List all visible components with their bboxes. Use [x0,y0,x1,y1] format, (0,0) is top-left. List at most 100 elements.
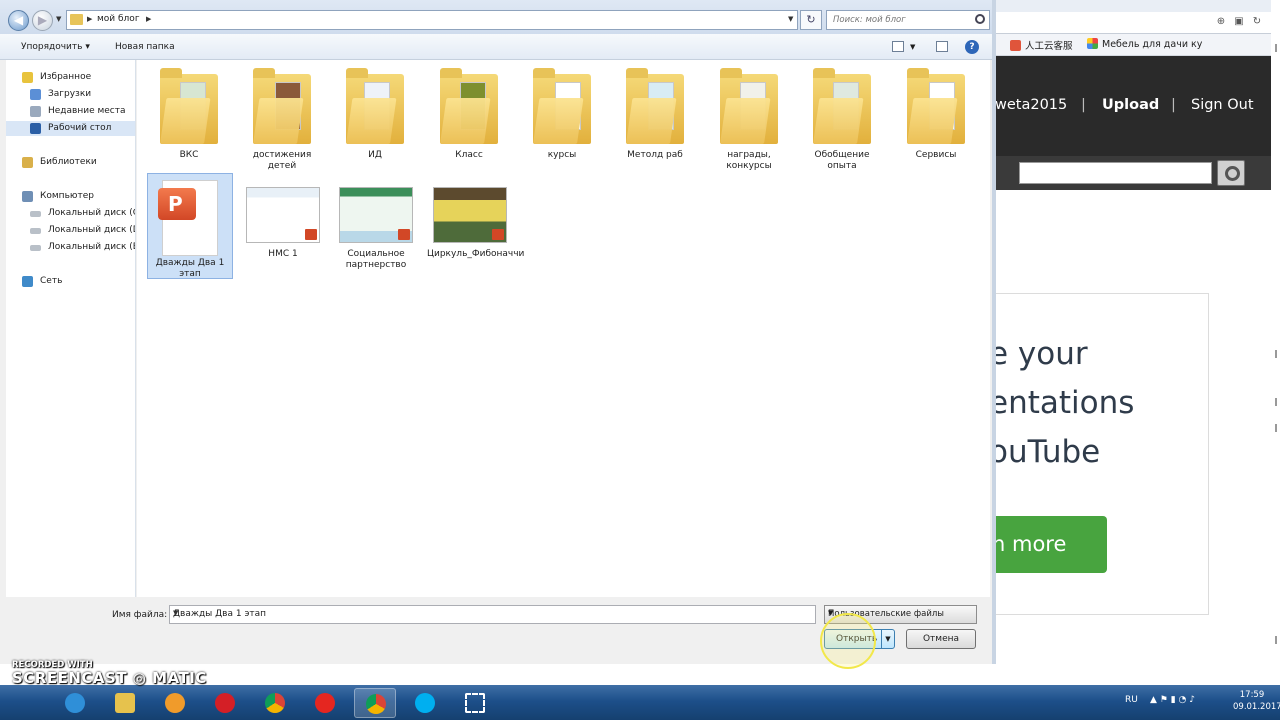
folder-icon [813,68,871,144]
folder-item[interactable]: Метолд раб [612,60,698,161]
search-icon[interactable] [1217,160,1245,186]
promo-line: ouTube [989,434,1101,470]
navigation-pane: Избранное Загрузки Недавние места Рабочи… [6,60,136,597]
screen-capture-app[interactable] [454,688,496,718]
ie-app[interactable] [54,688,96,718]
star-icon [22,72,33,83]
user-link[interactable]: weta2015 [995,97,1067,113]
explorer-app[interactable] [104,688,146,718]
folder-item[interactable]: ИД [332,60,418,161]
view-icon[interactable] [892,41,904,52]
breadcrumb-segment[interactable]: мой блог [97,14,140,24]
nav-computer[interactable]: Компьютер [6,189,135,204]
yandex-app[interactable] [304,688,346,718]
clock-date: 09.01.2017 [1233,702,1280,712]
folder-item[interactable]: Обобщение опыта [799,60,885,172]
file-open-dialog: ◀ ▶ ▼ ▶ мой блог ▶ ▼ ↻ Поиск: мой блог У… [0,0,996,664]
computer-icon [22,191,33,202]
chevron-right-icon[interactable]: ▶ [87,15,92,23]
folder-item[interactable]: ВКС [146,60,232,161]
slide-thumbnail [339,187,413,243]
folder-item[interactable]: Сервисы [893,60,979,161]
slide-thumbnail [433,187,507,243]
open-options-icon[interactable]: ▼ [881,630,894,648]
drive-icon [30,245,41,251]
favorite-link[interactable]: Мебель для дачи ку [1087,38,1202,50]
history-dropdown-icon[interactable]: ▼ [56,15,61,23]
file-item[interactable]: Циркуль_Фибоначчи [427,173,524,260]
learn-more-button[interactable]: n more [992,516,1107,573]
library-icon [22,157,33,168]
file-item-selected[interactable]: Дважды Два 1 этап [147,173,233,279]
powerpoint-icon [492,229,504,240]
nav-disk-c[interactable]: Локальный диск (C [6,206,135,221]
compat-icon[interactable]: ▣ [1233,16,1245,28]
nav-libraries[interactable]: Библиотеки [6,155,135,170]
chevron-down-icon[interactable]: ▼ [910,43,915,51]
separator: | [1081,97,1086,113]
folder-item[interactable]: достижения детей [239,60,325,172]
folder-icon [907,68,965,144]
nav-downloads[interactable]: Загрузки [6,87,135,102]
filename-input[interactable]: Дважды Два 1 этап ▼ [169,605,816,624]
file-item[interactable]: НМС 1 [240,173,326,260]
favorite-link[interactable]: 人工云客服 [1010,38,1073,52]
folder-item[interactable]: Класс [426,60,512,161]
breadcrumb[interactable]: ▶ мой блог ▶ ▼ [66,10,798,30]
promo-line: e your [989,336,1088,372]
language-indicator[interactable]: RU [1125,695,1138,705]
folder-item[interactable]: награды, конкурсы [706,60,792,172]
file-item[interactable]: Социальное партнерство [333,173,419,271]
help-icon[interactable]: ? [965,40,979,54]
chrome-app[interactable] [254,688,296,718]
upload-link[interactable]: Upload [1102,97,1159,113]
clock[interactable]: 17:59 09.01.2017 [1233,689,1280,713]
chevron-down-icon[interactable]: ▼ [173,609,811,617]
powerpoint-icon [305,229,317,240]
opera-app[interactable] [204,688,246,718]
tray-icons[interactable]: ▲ ⚑ ▮ ◔ ♪ [1150,695,1195,705]
nav-network[interactable]: Сеть [6,274,135,289]
search-input[interactable]: Поиск: мой блог [826,10,990,30]
powerpoint-icon [158,180,222,256]
browser-address-bar[interactable]: ⊕ ▣ ↻ [995,12,1280,34]
folder-item[interactable]: курсы [519,60,605,161]
chrome-app-active[interactable] [354,688,396,718]
search-icon [975,14,985,24]
chevron-right-icon[interactable]: ▶ [146,15,151,23]
media-app[interactable] [154,688,196,718]
sign-out-link[interactable]: Sign Out [1191,97,1254,113]
nav-recent[interactable]: Недавние места [6,104,135,119]
nav-disk-e[interactable]: Локальный диск (E: [6,240,135,255]
site-search-bar [995,156,1280,190]
forward-button[interactable]: ▶ [32,10,53,31]
folder-icon [346,68,404,144]
organize-button[interactable]: Упорядочить ▾ [21,42,90,52]
powerpoint-icon [398,229,410,240]
new-folder-button[interactable]: Новая папка [115,42,175,52]
click-highlight [820,613,876,669]
site-search-input[interactable] [1019,162,1212,184]
refresh-icon[interactable]: ↻ [1251,16,1263,28]
nav-favorites[interactable]: Избранное [6,70,135,85]
drive-icon [30,228,41,234]
nav-disk-d[interactable]: Локальный диск (D [6,223,135,238]
refresh-button[interactable]: ↻ [800,10,822,30]
cancel-button[interactable]: Отмена [906,629,976,649]
search-placeholder: Поиск: мой блог [833,15,906,25]
promo-line: entations [989,385,1135,421]
desktop-icon [30,123,41,134]
slide-thumbnail [246,187,320,243]
separator: | [1171,97,1176,113]
zoom-icon[interactable]: ⊕ [1215,16,1227,28]
folder-icon [440,68,498,144]
promo-card: e your entations ouTube n more [989,293,1209,615]
browser-scrollbar[interactable] [1271,0,1280,685]
address-bar: ◀ ▶ ▼ ▶ мой блог ▶ ▼ ↻ Поиск: мой блог [0,0,992,34]
preview-pane-icon[interactable] [936,41,948,52]
back-button[interactable]: ◀ [8,10,29,31]
skype-app[interactable] [404,688,446,718]
folder-icon [720,68,778,144]
nav-desktop[interactable]: Рабочий стол [6,121,135,136]
chevron-down-icon[interactable]: ▼ [788,15,793,23]
